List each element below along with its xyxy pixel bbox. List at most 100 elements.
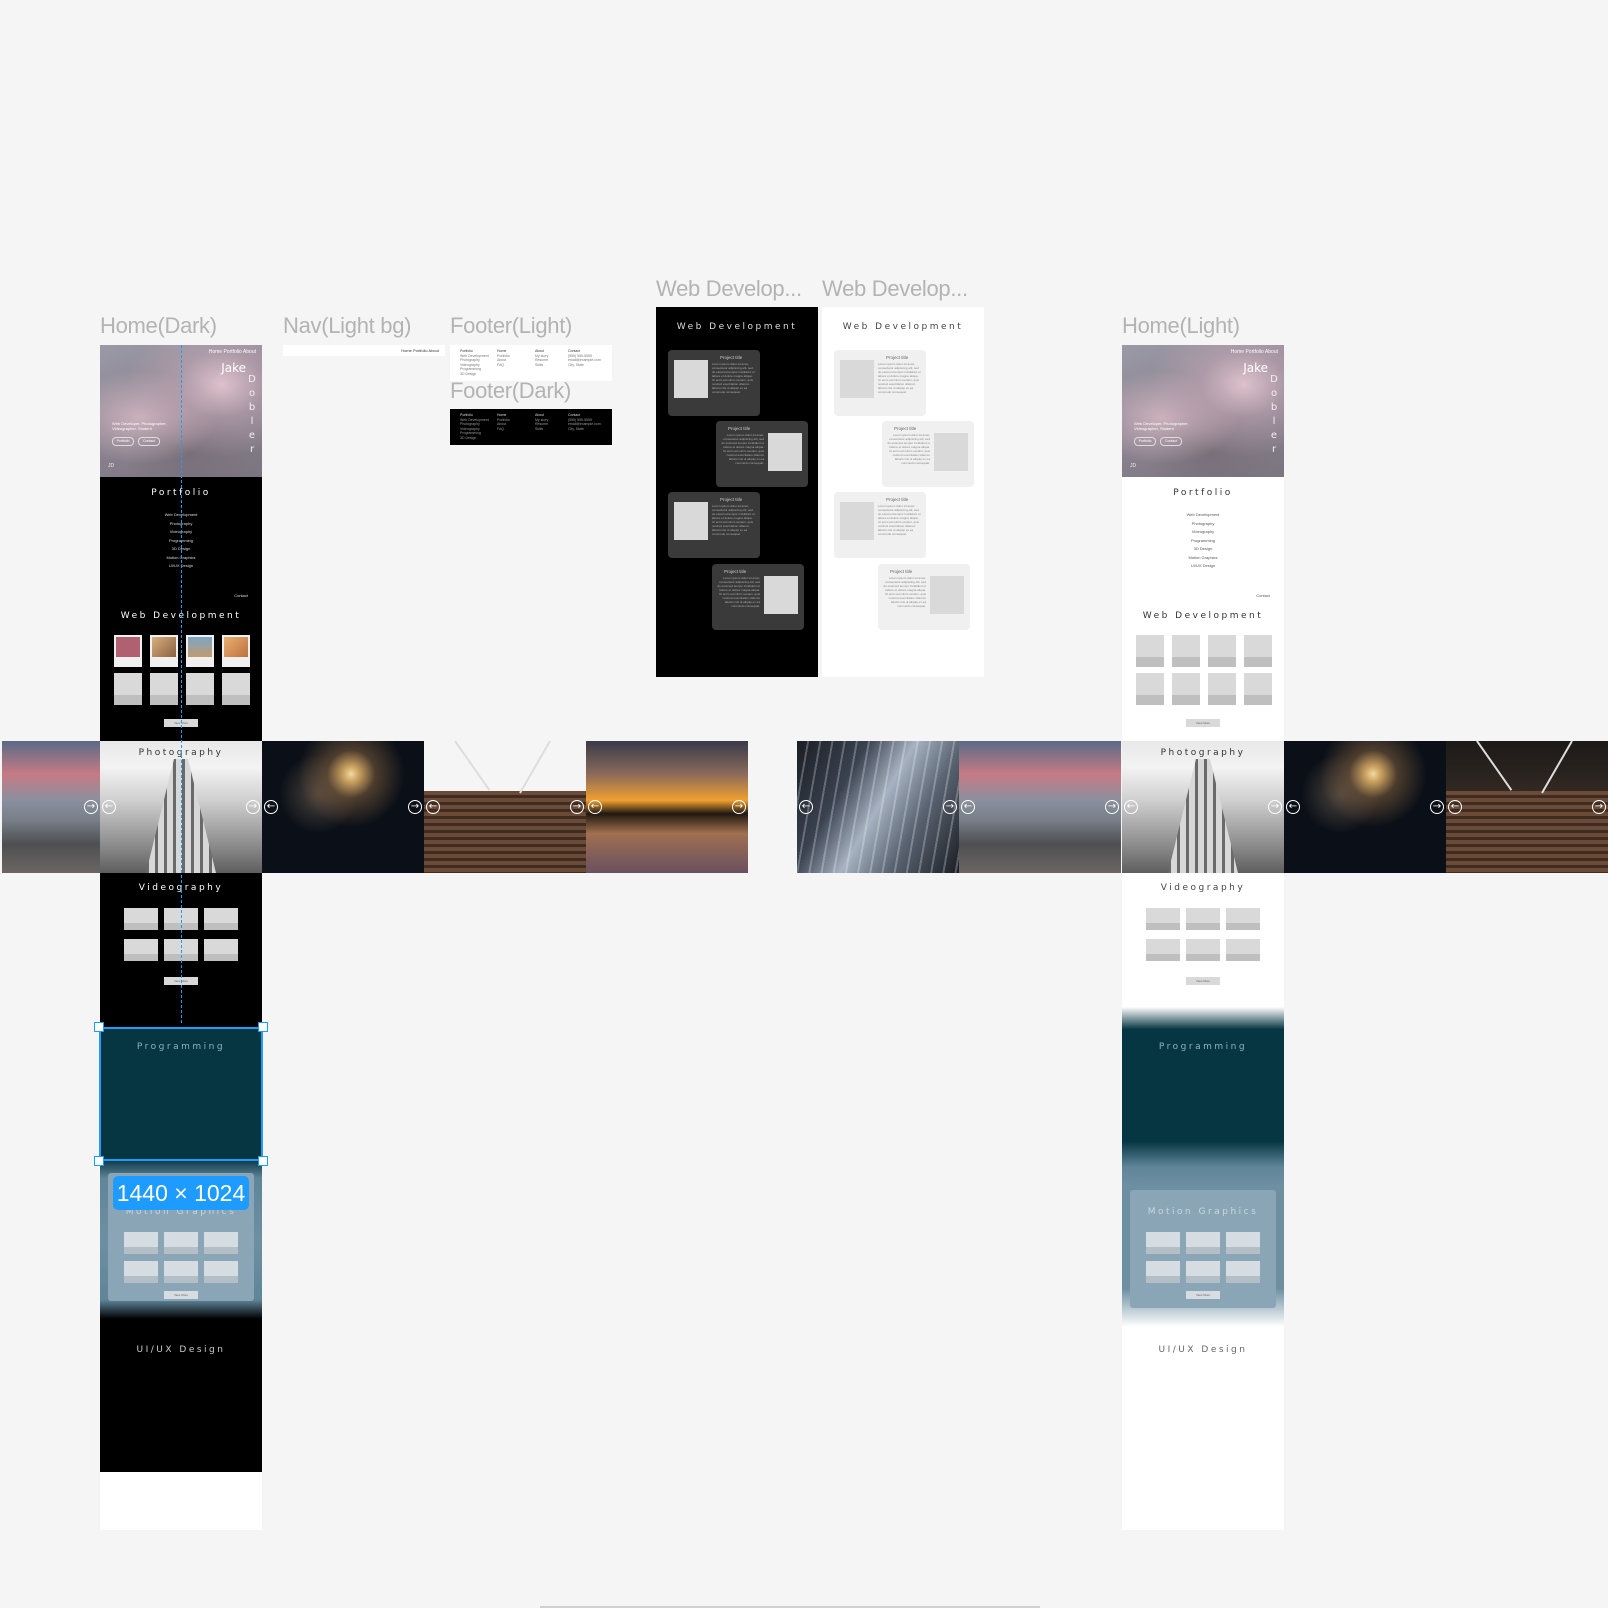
video-placeholder[interactable] bbox=[124, 908, 158, 930]
motion-placeholder[interactable] bbox=[1146, 1232, 1180, 1254]
hero-nav[interactable]: Home Portfolio About bbox=[209, 349, 256, 355]
project-placeholder[interactable] bbox=[1208, 673, 1236, 705]
webdev-light-frame[interactable]: Web Development Project title Lorem ipsu… bbox=[822, 307, 984, 677]
video-placeholder[interactable] bbox=[1226, 908, 1260, 930]
footer-link[interactable]: City, State bbox=[568, 363, 601, 368]
resize-handle[interactable] bbox=[258, 1156, 268, 1166]
view-more-button[interactable]: View More bbox=[1186, 719, 1220, 727]
project-card[interactable]: Project title Lorem ipsum dolor sit amet… bbox=[834, 492, 926, 558]
project-placeholder[interactable] bbox=[150, 673, 178, 705]
arrow-right-icon[interactable]: → bbox=[408, 800, 422, 814]
photography-carousel-left[interactable]: → Photography ← → ← → ← → ← → bbox=[2, 741, 750, 873]
arrow-right-icon[interactable]: → bbox=[84, 800, 98, 814]
resize-handle[interactable] bbox=[94, 1022, 104, 1032]
arrow-left-icon[interactable]: ← bbox=[1124, 800, 1138, 814]
portfolio-button[interactable]: Portfolio bbox=[1134, 437, 1156, 446]
nav-light-frame[interactable]: Home Portfolio About bbox=[283, 345, 445, 356]
frame-label-home-dark[interactable]: Home(Dark) bbox=[100, 313, 217, 339]
footer-link[interactable]: Skills bbox=[535, 427, 548, 432]
project-card[interactable]: Project title Lorem ipsum dolor sit amet… bbox=[878, 564, 970, 630]
project-card[interactable]: Project title Lorem ipsum dolor sit amet… bbox=[668, 350, 760, 416]
footer-link[interactable]: 3D Design bbox=[460, 436, 489, 441]
menu-item[interactable]: UI/UX Design bbox=[1122, 562, 1284, 571]
menu-item[interactable]: Photography bbox=[1122, 520, 1284, 529]
motion-placeholder[interactable] bbox=[164, 1232, 198, 1254]
resize-handle[interactable] bbox=[94, 1156, 104, 1166]
view-more-button[interactable]: View More bbox=[164, 1291, 198, 1299]
arrow-right-icon[interactable]: → bbox=[1105, 800, 1119, 814]
frame-label-footer-light[interactable]: Footer(Light) bbox=[450, 313, 572, 339]
contact-link[interactable]: Contact bbox=[234, 593, 248, 598]
arrow-right-icon[interactable]: → bbox=[246, 800, 260, 814]
arrow-right-icon[interactable]: → bbox=[732, 800, 746, 814]
video-placeholder[interactable] bbox=[124, 939, 158, 961]
project-placeholder[interactable] bbox=[1244, 635, 1272, 667]
frame-label-nav-light[interactable]: Nav(Light bg) bbox=[283, 313, 411, 339]
menu-item[interactable]: Web Development bbox=[1122, 511, 1284, 520]
arrow-left-icon[interactable]: ← bbox=[102, 800, 116, 814]
project-thumbnail[interactable] bbox=[150, 635, 178, 667]
view-more-button[interactable]: View More bbox=[1186, 977, 1220, 985]
arrow-right-icon[interactable]: → bbox=[1592, 800, 1606, 814]
project-card[interactable]: Project title Lorem ipsum dolor sit amet… bbox=[882, 421, 974, 487]
menu-item[interactable]: 3D Design bbox=[1122, 545, 1284, 554]
project-placeholder[interactable] bbox=[1136, 635, 1164, 667]
video-placeholder[interactable] bbox=[204, 939, 238, 961]
contact-link[interactable]: Contact bbox=[1256, 593, 1270, 598]
selection-box[interactable] bbox=[99, 1027, 263, 1161]
arrow-left-icon[interactable]: ← bbox=[1286, 800, 1300, 814]
arrow-left-icon[interactable]: ← bbox=[264, 800, 278, 814]
photography-carousel-right[interactable]: ← → ← → Photography ← → ← → ← → bbox=[797, 741, 1608, 873]
motion-placeholder[interactable] bbox=[1226, 1232, 1260, 1254]
footer-link[interactable]: Resume bbox=[535, 422, 548, 427]
arrow-left-icon[interactable]: ← bbox=[426, 800, 440, 814]
footer-link[interactable]: email@example.com bbox=[568, 422, 601, 427]
project-placeholder[interactable] bbox=[222, 673, 250, 705]
contact-button[interactable]: Contact bbox=[1160, 437, 1182, 446]
project-card[interactable]: Project title Lorem ipsum dolor sit amet… bbox=[716, 421, 808, 487]
motion-placeholder[interactable] bbox=[204, 1261, 238, 1283]
project-card[interactable]: Project title Lorem ipsum dolor sit amet… bbox=[834, 350, 926, 416]
view-more-button[interactable]: View More bbox=[1186, 1291, 1220, 1299]
footer-link[interactable]: FAQ bbox=[497, 427, 510, 432]
motion-placeholder[interactable] bbox=[124, 1232, 158, 1254]
menu-item[interactable]: Motion Graphics bbox=[1122, 554, 1284, 563]
project-placeholder[interactable] bbox=[114, 673, 142, 705]
footer-dark-frame[interactable]: Portfolio Web Development Photography Vi… bbox=[450, 409, 612, 445]
home-light-frame[interactable]: Home Portfolio About Jake D o b l e r We… bbox=[1122, 345, 1284, 1530]
video-placeholder[interactable] bbox=[1186, 939, 1220, 961]
project-card[interactable]: Project title Lorem ipsum dolor sit amet… bbox=[668, 492, 760, 558]
motion-placeholder[interactable] bbox=[164, 1261, 198, 1283]
arrow-right-icon[interactable]: → bbox=[1268, 800, 1282, 814]
footer-link[interactable]: City, State bbox=[568, 427, 601, 432]
video-placeholder[interactable] bbox=[1226, 939, 1260, 961]
project-placeholder[interactable] bbox=[1244, 673, 1272, 705]
frame-label-footer-dark[interactable]: Footer(Dark) bbox=[450, 378, 571, 404]
project-placeholder[interactable] bbox=[1208, 635, 1236, 667]
project-thumbnail[interactable] bbox=[114, 635, 142, 667]
motion-placeholder[interactable] bbox=[124, 1261, 158, 1283]
footer-link[interactable]: 3D Design bbox=[460, 372, 489, 377]
arrow-left-icon[interactable]: ← bbox=[1448, 800, 1462, 814]
motion-placeholder[interactable] bbox=[1226, 1261, 1260, 1283]
video-placeholder[interactable] bbox=[1146, 939, 1180, 961]
motion-placeholder[interactable] bbox=[1146, 1261, 1180, 1283]
project-thumbnail[interactable] bbox=[186, 635, 214, 667]
arrow-left-icon[interactable]: ← bbox=[799, 800, 813, 814]
footer-light-frame[interactable]: Portfolio Web Development Photography Vi… bbox=[450, 345, 612, 381]
footer-link[interactable]: FAQ bbox=[497, 363, 510, 368]
motion-placeholder[interactable] bbox=[1186, 1232, 1220, 1254]
hero-nav[interactable]: Home Portfolio About bbox=[1231, 349, 1278, 355]
frame-label-home-light[interactable]: Home(Light) bbox=[1122, 313, 1240, 339]
project-thumbnail[interactable] bbox=[222, 635, 250, 667]
project-placeholder[interactable] bbox=[186, 673, 214, 705]
footer-link[interactable]: Skills bbox=[535, 363, 548, 368]
video-placeholder[interactable] bbox=[1186, 908, 1220, 930]
video-placeholder[interactable] bbox=[1146, 908, 1180, 930]
nav-links[interactable]: Home Portfolio About bbox=[401, 348, 439, 353]
resize-handle[interactable] bbox=[258, 1022, 268, 1032]
arrow-right-icon[interactable]: → bbox=[943, 800, 957, 814]
menu-item[interactable]: Videography bbox=[1122, 528, 1284, 537]
menu-item[interactable]: Programming bbox=[1122, 537, 1284, 546]
footer-link[interactable]: email@example.com bbox=[568, 358, 601, 363]
